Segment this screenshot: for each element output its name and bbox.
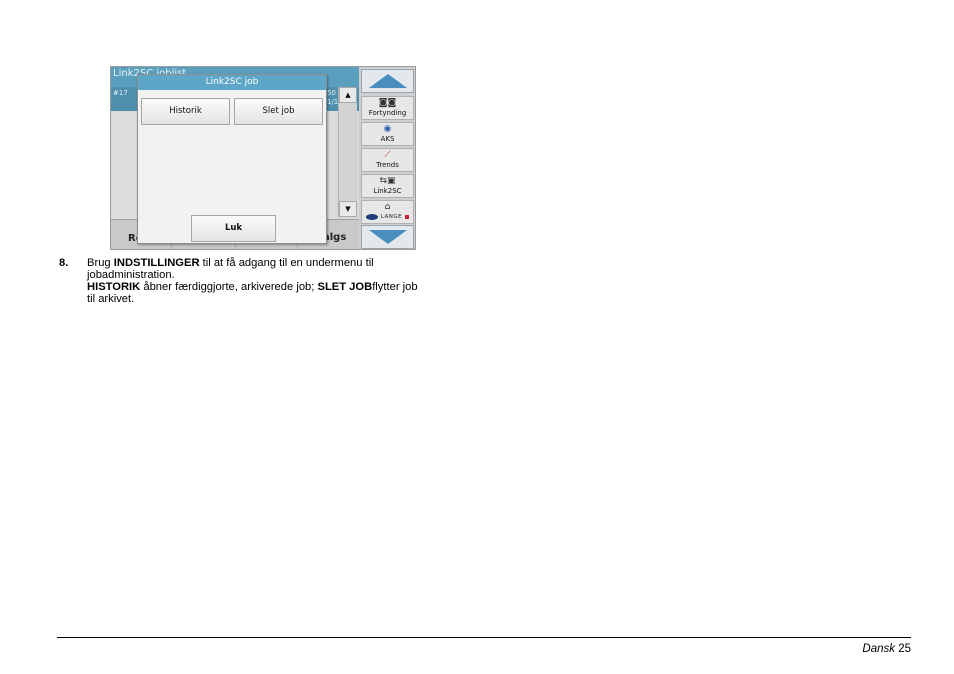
page-footer: Dansk 25 xyxy=(862,643,911,655)
sidebar-item-trends[interactable]: ⟋ Trends xyxy=(361,148,414,172)
step-body: Brug INDSTILLINGER til at få adgang til … xyxy=(87,257,479,305)
sidebar-item-aks[interactable]: ◉ AKS xyxy=(361,122,414,146)
aks-icon: ◉ xyxy=(383,124,392,134)
sidebar-item-fortynding[interactable]: ◙◙ Fortynding xyxy=(361,96,414,120)
page-indicator: 1/1 xyxy=(327,98,339,106)
footer-page-number: 25 xyxy=(898,643,911,655)
footer-divider xyxy=(57,637,911,638)
device-screenshot: Link2SC joblist #17 50 1/1 ▲ ▼ Re algs ◙… xyxy=(110,66,416,250)
step-line: Brug INDSTILLINGER til at få adgang til … xyxy=(87,257,479,269)
step-line: jobadministration. xyxy=(87,269,175,281)
job-value: 50 xyxy=(327,89,336,97)
list-scrollbar[interactable]: ▲ ▼ xyxy=(338,87,357,217)
step-keyword: HISTORIK xyxy=(87,281,141,293)
device-sidebar: ◙◙ Fortynding ◉ AKS ⟋ Trends ⇆▣ Link2SC … xyxy=(359,67,415,249)
binoculars-icon: ◙◙ xyxy=(378,98,397,108)
home-icon: ⌂ xyxy=(384,202,391,212)
sidebar-item-link2sc[interactable]: ⇆▣ Link2SC xyxy=(361,174,414,198)
link2sc-job-dialog: Link2SC job Historik Slet job Luk xyxy=(137,74,327,244)
lange-logo-icon xyxy=(405,215,410,219)
footer-language: Dansk xyxy=(862,643,895,655)
step-text: Brug xyxy=(87,257,114,269)
sidebar-item-label: Fortynding xyxy=(368,109,407,117)
step-text: flytter job xyxy=(372,281,418,293)
step-number: 8. xyxy=(59,257,69,269)
link2sc-icon: ⇆▣ xyxy=(379,176,396,186)
trends-icon: ⟋ xyxy=(384,150,391,160)
job-number: #17 xyxy=(113,89,128,97)
nav-down-button[interactable] xyxy=(361,225,414,249)
scroll-up-button[interactable]: ▲ xyxy=(339,87,357,103)
sidebar-item-label: Link2SC xyxy=(373,187,402,195)
luk-button[interactable]: Luk xyxy=(191,215,276,242)
step-keyword: INDSTILLINGER xyxy=(113,257,200,269)
arrow-up-icon xyxy=(369,74,407,88)
step-line: HISTORIK åbner færdiggjorte, arkiverede … xyxy=(87,281,479,293)
historik-button[interactable]: Historik xyxy=(141,98,230,125)
step-text: åbner færdiggjorte, arkiverede job; xyxy=(140,281,318,293)
sidebar-item-label: AKS xyxy=(380,135,395,143)
lange-logo-text: LANGE xyxy=(380,214,403,220)
sidebar-item-home[interactable]: ⌂ LANGE xyxy=(361,200,414,224)
sidebar-item-label: Trends xyxy=(376,161,399,169)
hach-lange-logo: LANGE xyxy=(362,214,413,220)
step-text: til at få adgang til en undermenu til xyxy=(199,257,374,269)
scroll-down-button[interactable]: ▼ xyxy=(339,201,357,217)
nav-up-button[interactable] xyxy=(361,69,414,93)
arrow-down-icon xyxy=(369,230,407,244)
dialog-title: Link2SC job xyxy=(138,75,326,90)
step-line: til arkivet. xyxy=(87,293,135,305)
slet-job-button[interactable]: Slet job xyxy=(234,98,323,125)
step-keyword: SLET JOB xyxy=(317,281,373,293)
hach-logo-icon xyxy=(365,214,378,220)
